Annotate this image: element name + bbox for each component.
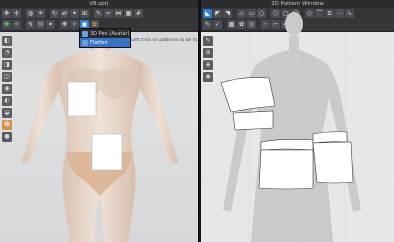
pattern-piece-3[interactable] [260,139,314,151]
flatten-icon [82,39,88,46]
tool-dropdown-menu: 3D Pen (Avatar) Flatten [79,28,131,48]
avatar-right-arm [140,62,178,164]
pattern-piece-hip[interactable] [91,133,123,171]
pattern-piece-4[interactable] [258,149,314,190]
app-window: V8.zprj ✥ ✢ ◍ ✳ ↻ ⇄ ✦ ⊞ ✎ ✂ ⋈ ▦ # ✤ ✧ ↯ … [0,0,394,242]
dropdown-item-flatten[interactable]: Flatten [80,38,130,47]
dropdown-item-label: 3D Pen (Avatar) [90,30,130,37]
dropdown-item-3d-pen[interactable]: 3D Pen (Avatar) [80,29,130,38]
3d-garment-window[interactable]: V8.zprj ✥ ✢ ◍ ✳ ↻ ⇄ ✦ ⊞ ✎ ✂ ⋈ ▦ # ✤ ✧ ↯ … [0,0,198,242]
avatar-left-arm [22,62,60,164]
pattern-piece-chest[interactable] [67,81,97,117]
2d-pattern-window[interactable]: 2D Pattern Window ◣ ◤ ◥ ▱ ▭ ○ ⬡ ▢ ◯ ◇ ⌒ … [201,0,394,242]
dropdown-item-label: Flatten [90,39,108,46]
pen-icon [82,30,88,37]
pattern-piece-6[interactable] [312,141,354,184]
pattern-piece-5[interactable] [312,131,348,144]
2d-pattern-canvas[interactable] [201,0,394,242]
pattern-piece-2[interactable] [232,110,274,131]
tool-tooltip: Left click on patterns to be flattened t… [131,38,197,43]
pattern-piece-1[interactable] [220,77,276,113]
